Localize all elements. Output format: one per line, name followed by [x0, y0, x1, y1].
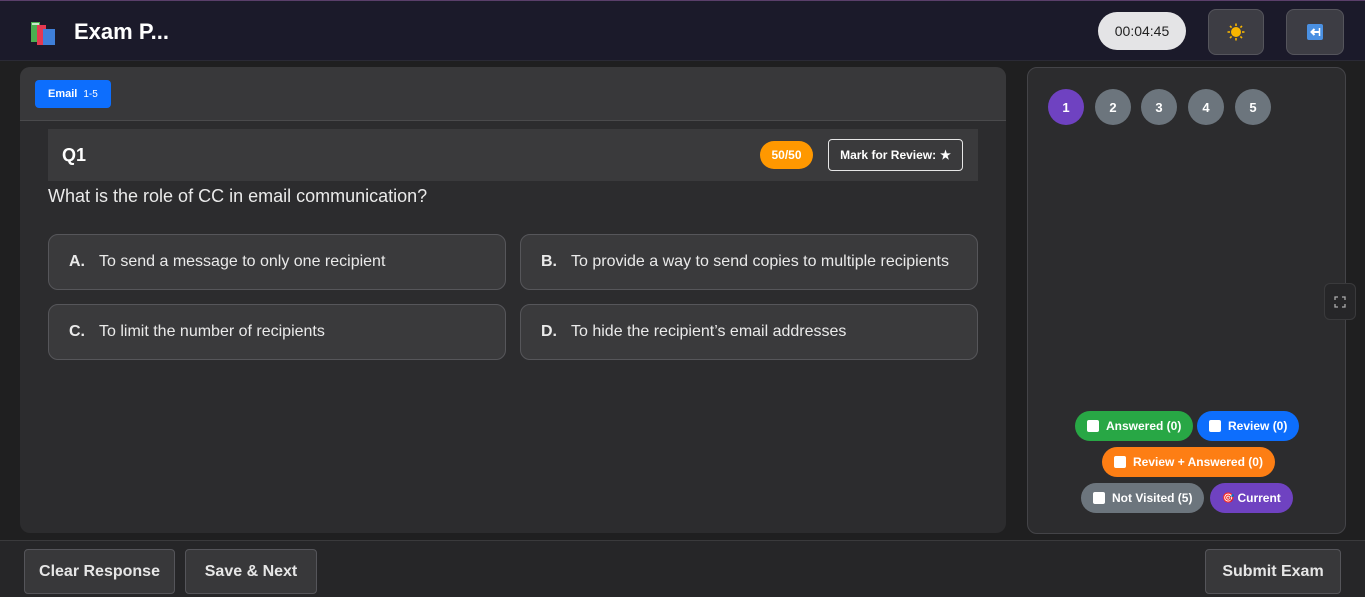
footer-bar: Clear Response Save & Next Submit Exam — [0, 540, 1365, 597]
submit-exam-button[interactable]: Submit Exam — [1205, 549, 1341, 594]
option-letter: C. — [69, 323, 85, 340]
exam-timer: 00:04:45 — [1098, 12, 1186, 50]
checkbox-icon — [1093, 492, 1105, 504]
legend-label: Answered (0) — [1106, 419, 1182, 433]
legend-label: Not Visited (5) — [1112, 491, 1193, 505]
option-d[interactable]: D. To hide the recipient’s email address… — [520, 304, 978, 360]
checkbox-icon — [1209, 420, 1221, 432]
question-palette: 1 2 3 4 5 Answered (0) Review (0) Review… — [1027, 67, 1346, 534]
target-icon: 🎯 — [1222, 492, 1235, 504]
sun-icon — [1227, 23, 1245, 41]
section-bar: Email 1-5 — [20, 67, 1006, 121]
option-letter: D. — [541, 323, 557, 340]
legend-answered: Answered (0) — [1075, 411, 1194, 441]
legend-not-visited: Not Visited (5) — [1081, 483, 1205, 513]
palette-question-1[interactable]: 1 — [1048, 89, 1084, 125]
legend-review-answered: Review + Answered (0) — [1102, 447, 1275, 477]
section-range: 1-5 — [83, 88, 98, 100]
star-icon: ★ — [940, 148, 951, 162]
question-text: What is the role of CC in email communic… — [48, 186, 428, 206]
theme-toggle-button[interactable] — [1208, 9, 1264, 55]
legend-current: 🎯 Current — [1210, 483, 1293, 513]
checkbox-icon — [1114, 456, 1126, 468]
palette-question-4[interactable]: 4 — [1188, 89, 1224, 125]
legend-label: Review (0) — [1228, 419, 1288, 433]
clear-response-button[interactable]: Clear Response — [24, 549, 175, 594]
exit-arrow-icon — [1307, 24, 1323, 40]
section-tab-label: Email — [48, 88, 78, 100]
fullscreen-button[interactable] — [1324, 283, 1356, 320]
legend-label: Current — [1237, 491, 1281, 505]
save-next-button[interactable]: Save & Next — [185, 549, 317, 594]
books-icon — [31, 22, 55, 45]
option-c[interactable]: C. To limit the number of recipients — [48, 304, 506, 360]
palette-question-5[interactable]: 5 — [1235, 89, 1271, 125]
app-header: Exam P... 00:04:45 — [0, 0, 1365, 61]
option-text: To limit the number of recipients — [99, 323, 325, 340]
marks-badge: 50/50 — [760, 141, 813, 169]
question-header: Q1 50/50 Mark for Review: ★ — [48, 129, 978, 181]
option-letter: A. — [69, 253, 85, 270]
option-text: To send a message to only one recipient — [99, 253, 386, 270]
question-number: Q1 — [62, 145, 87, 165]
exit-button[interactable] — [1286, 9, 1344, 55]
palette-question-2[interactable]: 2 — [1095, 89, 1131, 125]
legend-label: Review + Answered (0) — [1133, 455, 1263, 469]
question-panel: Email 1-5 Q1 50/50 Mark for Review: ★ Wh… — [20, 67, 1006, 533]
option-letter: B. — [541, 253, 557, 270]
fullscreen-icon — [1334, 295, 1346, 308]
legend-review: Review (0) — [1197, 411, 1300, 441]
mark-for-review-label: Mark for Review: — [840, 148, 937, 162]
option-text: To provide a way to send copies to multi… — [571, 253, 949, 270]
app-title: Exam P... — [74, 19, 169, 44]
option-b[interactable]: B. To provide a way to send copies to mu… — [520, 234, 978, 290]
mark-for-review-button[interactable]: Mark for Review: ★ — [828, 139, 963, 171]
option-text: To hide the recipient’s email addresses — [571, 323, 847, 340]
section-tab-email[interactable]: Email 1-5 — [35, 80, 111, 108]
option-a[interactable]: A. To send a message to only one recipie… — [48, 234, 506, 290]
checkbox-icon — [1087, 420, 1099, 432]
palette-question-3[interactable]: 3 — [1141, 89, 1177, 125]
